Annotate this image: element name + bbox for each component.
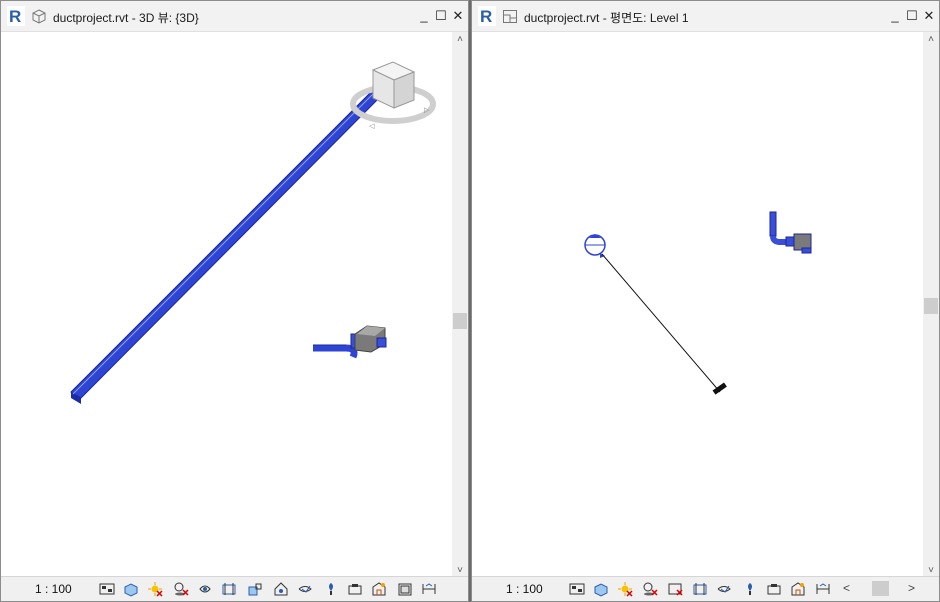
sun-path-icon[interactable]	[617, 581, 633, 597]
svg-text:R: R	[9, 7, 21, 26]
section-tail[interactable]	[712, 382, 727, 395]
shadows-icon[interactable]	[642, 581, 658, 597]
scroll-left-button[interactable]: <	[843, 581, 850, 595]
unlock-3d-view-icon[interactable]	[247, 581, 263, 597]
duct-run[interactable]	[70, 83, 390, 404]
close-button[interactable]: ✕	[450, 7, 466, 25]
maximize-button[interactable]: ☐	[433, 7, 449, 25]
show-constraints-icon[interactable]	[815, 581, 831, 597]
scroll-up-button[interactable]: ˄	[452, 32, 468, 48]
minimize-button[interactable]: _	[887, 7, 903, 25]
view-control-bar: 1 : 100	[1, 576, 468, 601]
title-bar[interactable]: R ductproject.rvt - 평면도: Level 1 _ ☐ ✕	[472, 1, 939, 32]
visual-style-icon[interactable]	[593, 581, 609, 597]
scroll-thumb[interactable]	[453, 313, 467, 329]
view-control-bar: 1 : 100 < >	[472, 576, 939, 601]
view-scale[interactable]: 1 : 100	[506, 582, 543, 596]
temporary-view-properties-icon[interactable]	[323, 581, 339, 597]
revit-logo-icon: R	[478, 6, 496, 26]
highlight-displacement-icon[interactable]	[790, 581, 806, 597]
close-button[interactable]: ✕	[921, 7, 937, 25]
reveal-hidden-icon[interactable]	[297, 581, 313, 597]
duct-elbow-unit[interactable]	[313, 325, 387, 359]
detail-level-icon[interactable]	[569, 581, 585, 597]
sun-path-icon[interactable]	[147, 581, 163, 597]
svg-text:◁: ◁	[369, 123, 375, 130]
window-title: ductproject.rvt - 평면도: Level 1	[524, 11, 689, 25]
view-scale[interactable]: 1 : 100	[35, 582, 72, 596]
worksharing-icon[interactable]	[421, 581, 437, 597]
svg-text:▷: ▷	[424, 107, 430, 114]
analytical-model-icon[interactable]	[347, 581, 363, 597]
show-crop-region-icon[interactable]	[221, 581, 237, 597]
temporary-view-properties-icon[interactable]	[742, 581, 758, 597]
floor-plan-view-icon	[503, 10, 517, 23]
scroll-right-button[interactable]: >	[908, 581, 915, 595]
detail-level-icon[interactable]	[99, 581, 115, 597]
show-constraints-icon[interactable]	[397, 581, 413, 597]
window-title: ductproject.rvt - 3D 뷰: {3D}	[53, 11, 199, 25]
visual-style-icon[interactable]	[123, 581, 139, 597]
maximize-button[interactable]: ☐	[904, 7, 920, 25]
temporary-hide-icon[interactable]	[716, 581, 732, 597]
crop-view-icon[interactable]	[197, 581, 213, 597]
duct-elbow-unit-plan[interactable]	[769, 211, 812, 254]
temporary-hide-icon[interactable]	[273, 581, 289, 597]
horizontal-scroll-thumb[interactable]	[872, 581, 889, 596]
3d-view-icon	[32, 9, 46, 24]
section-line[interactable]	[601, 253, 721, 393]
svg-text:R: R	[480, 7, 492, 26]
view-cube[interactable]: ◁ ▷	[350, 61, 436, 130]
view-window-3d[interactable]: R ductproject.rvt - 3D 뷰: {3D} _ ☐ ✕ ◁ ▷…	[0, 0, 469, 602]
analytical-model-icon[interactable]	[766, 581, 782, 597]
shadows-icon[interactable]	[173, 581, 189, 597]
vertical-scrollbar[interactable]: ˄ ˅	[923, 32, 939, 579]
show-crop-region-icon[interactable]	[692, 581, 708, 597]
vertical-scrollbar[interactable]: ˄ ˅	[452, 32, 468, 579]
scroll-thumb[interactable]	[924, 298, 938, 314]
highlight-displacement-icon[interactable]	[371, 581, 387, 597]
minimize-button[interactable]: _	[416, 7, 432, 25]
view-window-floor-plan[interactable]: R ductproject.rvt - 평면도: Level 1 _ ☐ ✕ ˄…	[471, 0, 940, 602]
crop-view-icon[interactable]	[667, 581, 683, 597]
drawing-area-plan[interactable]	[472, 32, 923, 579]
scroll-up-button[interactable]: ˄	[923, 32, 939, 48]
drawing-area-3d[interactable]: ◁ ▷	[1, 32, 452, 579]
revit-logo-icon: R	[7, 6, 25, 26]
title-bar[interactable]: R ductproject.rvt - 3D 뷰: {3D} _ ☐ ✕	[1, 1, 468, 32]
